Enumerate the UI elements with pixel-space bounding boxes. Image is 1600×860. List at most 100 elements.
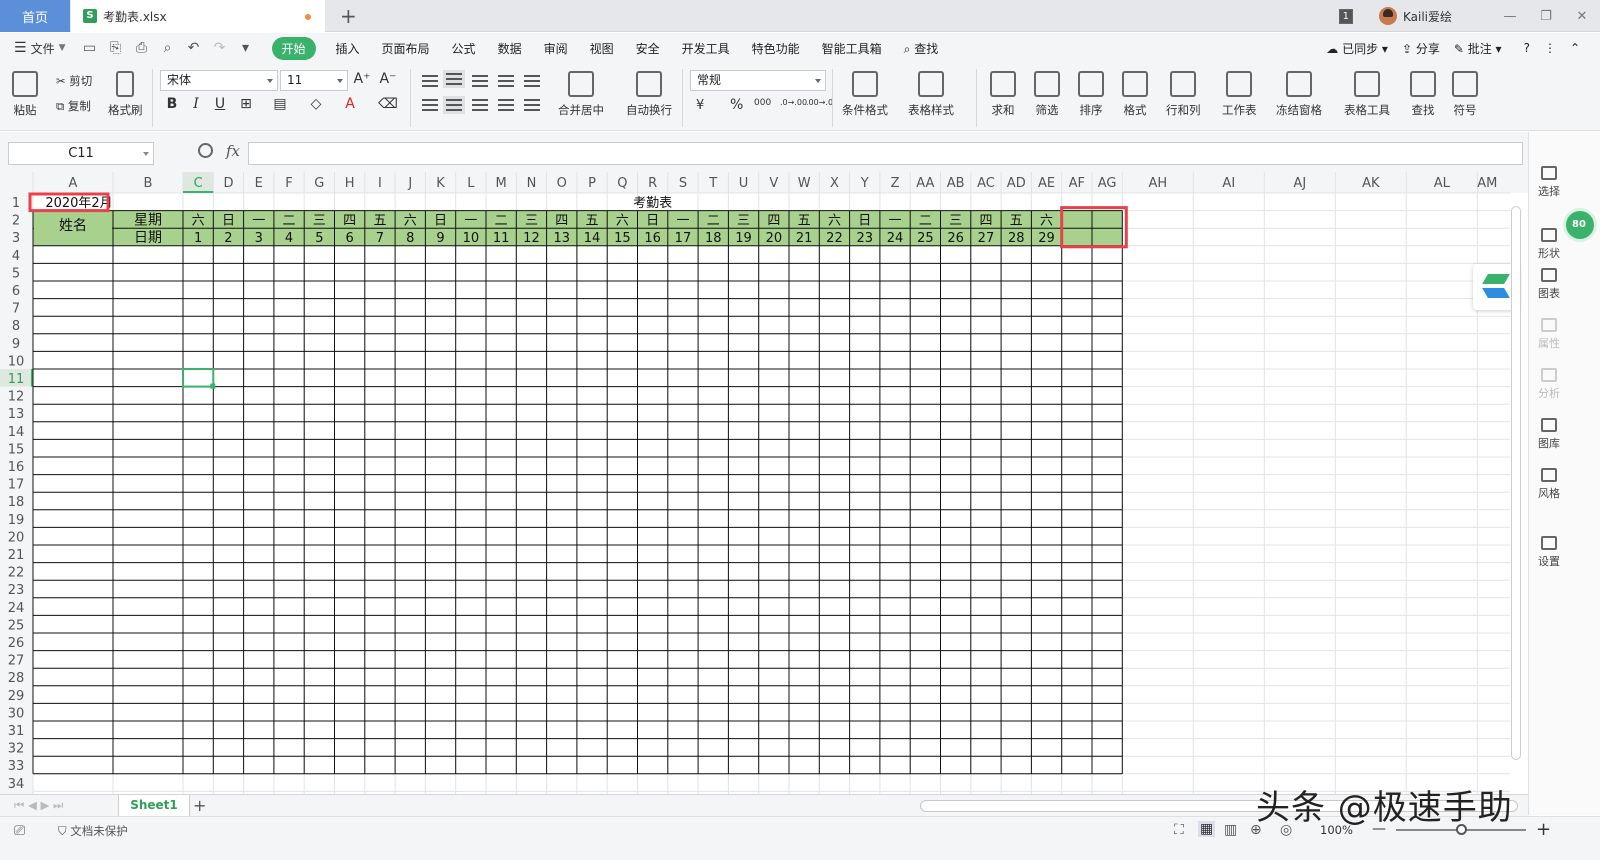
selected-cell-c11[interactable]	[182, 368, 215, 388]
fill-handle[interactable]	[210, 383, 216, 389]
side-style-button[interactable]: 风格	[1529, 468, 1569, 501]
underline-button[interactable]: U	[210, 96, 230, 112]
more-icon[interactable]: ⋮	[1544, 41, 1556, 55]
speed-ball-badge[interactable]: 80	[1563, 208, 1597, 242]
side-properties-button[interactable]: 属性	[1529, 318, 1569, 351]
spreadsheet-grid[interactable]: A B C D E F G H I J K L M N O P Q R S T U V W X Y Z AA AB AC AD AE AF AG…	[0, 172, 1528, 794]
minimize-button[interactable]: —	[1492, 9, 1528, 24]
side-settings-button[interactable]: 设置	[1529, 536, 1569, 569]
side-select-button[interactable]: 选择	[1529, 166, 1569, 199]
comment-button[interactable]: ✎ 批注 ▾	[1454, 40, 1502, 57]
increase-decimal-icon[interactable]: .0→.00	[780, 98, 807, 107]
print-preview-icon[interactable]: ⌕	[158, 40, 178, 56]
copy-button[interactable]: ⧉ 复制	[56, 98, 91, 114]
symbol-button[interactable]: 符号	[1452, 71, 1478, 118]
align-right-icon[interactable]	[472, 99, 488, 111]
customize-icon[interactable]: ▾	[236, 40, 256, 56]
menu-tab-5[interactable]: 审阅	[544, 40, 568, 57]
font-size-select[interactable]: 11	[280, 70, 348, 91]
normal-view-icon[interactable]: ▦	[1198, 821, 1216, 837]
export-pdf-icon[interactable]: ⎘	[106, 40, 126, 56]
formula-input[interactable]	[248, 142, 1523, 165]
clear-format-icon[interactable]: ⌫	[378, 96, 398, 112]
user-name[interactable]: Kaili爱绘	[1403, 8, 1452, 25]
undo-icon[interactable]: ↶	[184, 40, 204, 56]
menu-tab-3[interactable]: 公式	[452, 40, 476, 57]
filter-button[interactable]: 筛选	[1034, 71, 1060, 118]
sync-button[interactable]: ☁ 已同步 ▾	[1326, 40, 1388, 57]
side-gallery-button[interactable]: 图库	[1529, 418, 1569, 451]
menu-tab-2[interactable]: 页面布局	[382, 40, 430, 57]
print-icon[interactable]: ⎙	[132, 40, 152, 56]
increase-font-icon[interactable]: A⁺	[352, 71, 372, 87]
paste-button[interactable]: 粘贴	[12, 71, 38, 118]
zoom-slider[interactable]	[1396, 824, 1526, 835]
add-sheet-button[interactable]: +	[193, 796, 206, 815]
font-family-select[interactable]: 宋体	[160, 70, 278, 91]
align-middle-icon[interactable]	[443, 70, 465, 88]
borders-icon[interactable]: ⊞	[236, 96, 256, 112]
menu-tab-7[interactable]: 安全	[636, 40, 660, 57]
close-button[interactable]: ✕	[1564, 9, 1600, 24]
distributed-icon[interactable]	[524, 99, 540, 111]
conditional-format-button[interactable]: 条件格式	[842, 71, 888, 118]
save-icon[interactable]: ▭	[80, 40, 100, 56]
menu-tab-6[interactable]: 视图	[590, 40, 614, 57]
tab-home[interactable]: 首页	[0, 0, 70, 32]
format-button[interactable]: 格式	[1122, 71, 1148, 118]
thousands-icon[interactable]: 000	[754, 98, 771, 108]
menu-tab-8[interactable]: 开发工具	[682, 40, 730, 57]
decrease-font-icon[interactable]: A⁻	[378, 71, 398, 87]
currency-icon[interactable]: ¥	[696, 98, 704, 113]
zoom-in-button[interactable]: +	[1536, 819, 1551, 840]
collapse-ribbon-icon[interactable]: ⌃	[1570, 41, 1580, 55]
avatar[interactable]	[1378, 7, 1397, 25]
fx-icon[interactable]: fx	[226, 142, 240, 160]
sheet-tab-sheet1[interactable]: Sheet1	[118, 795, 190, 817]
cut-button[interactable]: ✂ 剪切	[56, 73, 92, 89]
fullscreen-icon[interactable]: ⛶	[1174, 822, 1184, 838]
merge-center-button[interactable]: 合并居中	[558, 71, 604, 118]
indent-decrease-icon[interactable]	[498, 75, 514, 87]
zoom-formula-icon[interactable]	[198, 143, 213, 158]
bold-button[interactable]: B	[162, 96, 182, 112]
menu-tab-1[interactable]: 插入	[336, 40, 360, 57]
align-top-icon[interactable]	[422, 75, 438, 87]
percent-icon[interactable]: %	[730, 97, 743, 113]
cell-style-icon[interactable]: ▤	[270, 96, 290, 112]
table-tools-button[interactable]: 表格工具	[1344, 71, 1390, 118]
freeze-panes-button[interactable]: 冻结窗格	[1276, 71, 1322, 118]
align-bottom-icon[interactable]	[472, 75, 488, 87]
font-color-icon[interactable]: A	[340, 96, 360, 112]
file-menu[interactable]: ☰ 文件 ▼	[14, 40, 66, 57]
number-format-select[interactable]: 常规	[690, 70, 826, 91]
menu-tab-4[interactable]: 数据	[498, 40, 522, 57]
indent-increase-icon[interactable]	[524, 75, 540, 87]
align-center-icon[interactable]	[443, 96, 465, 114]
name-box[interactable]: C11	[8, 142, 154, 165]
italic-button[interactable]: I	[186, 96, 206, 112]
menu-tab-9[interactable]: 特色功能	[752, 40, 800, 57]
sort-button[interactable]: 排序	[1078, 71, 1104, 118]
menu-tab-10[interactable]: 智能工具箱	[822, 40, 882, 57]
format-painter-button[interactable]: 格式刷	[108, 71, 143, 118]
find-button[interactable]: 查找	[1410, 71, 1436, 118]
sheet-nav-icon[interactable]: ⏮ ◀ ▶ ⏭	[14, 798, 63, 813]
side-shape-button[interactable]: 形状	[1529, 228, 1569, 261]
window-count-badge[interactable]: 1	[1338, 8, 1353, 24]
rows-columns-button[interactable]: 行和列	[1166, 71, 1201, 118]
wrap-text-button[interactable]: 自动换行	[626, 71, 672, 118]
worksheet-button[interactable]: 工作表	[1222, 71, 1257, 118]
page-break-view-icon[interactable]: ▥	[1224, 822, 1237, 838]
help-button[interactable]: ?	[1524, 41, 1530, 55]
side-analysis-button[interactable]: 分析	[1529, 368, 1569, 401]
justify-icon[interactable]	[498, 99, 514, 111]
tab-document[interactable]: S 考勤表.xlsx	[71, 0, 325, 32]
restore-button[interactable]: ❐	[1528, 9, 1564, 24]
fill-color-icon[interactable]: ◇	[306, 96, 326, 112]
align-left-icon[interactable]	[422, 99, 438, 111]
table-style-button[interactable]: 表格样式	[908, 71, 954, 118]
new-tab-button[interactable]: +	[340, 6, 357, 26]
share-button[interactable]: ⇪ 分享	[1402, 40, 1440, 57]
search-menu[interactable]: ⌕ 查找	[904, 40, 939, 57]
